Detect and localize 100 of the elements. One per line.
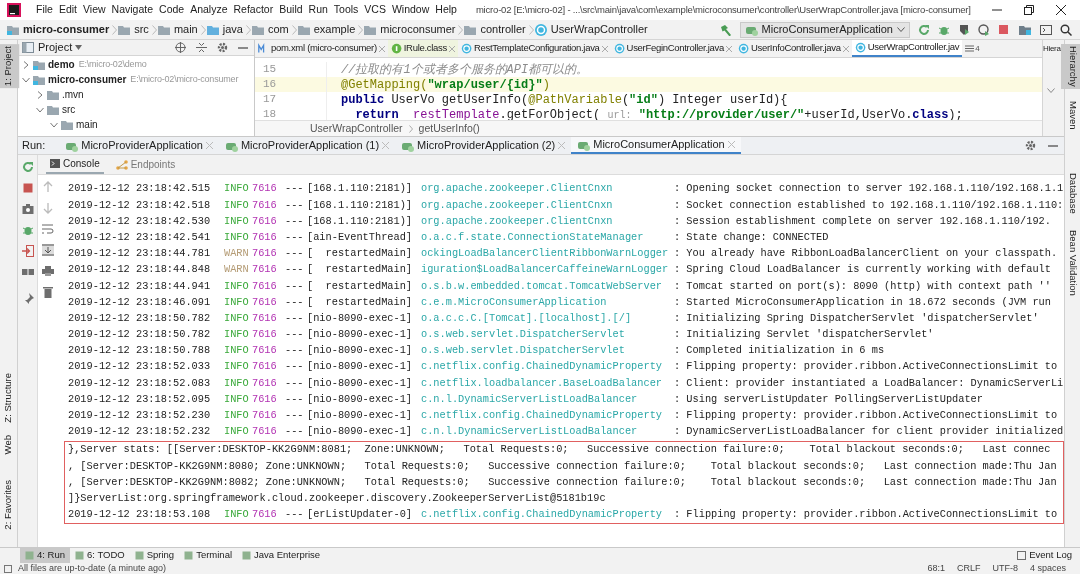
menu-item[interactable]: Code: [156, 2, 188, 18]
breadcrumb-item[interactable]: getUserInfo(): [418, 120, 480, 137]
run-tab[interactable]: MicroProviderApplication: [59, 137, 219, 154]
breadcrumb-item[interactable]: example: [296, 21, 359, 38]
menu-item[interactable]: Run: [305, 2, 331, 18]
tool-window-button[interactable]: 4: Run: [20, 548, 70, 563]
tool-window-button[interactable]: Database: [1061, 171, 1080, 216]
tree-item[interactable]: .mvn: [18, 87, 254, 102]
menu-item[interactable]: Build: [276, 2, 306, 18]
tool-window-button[interactable]: Web: [0, 432, 20, 457]
separator-text: ---: [285, 391, 305, 407]
tool-window-button[interactable]: Terminal: [179, 548, 238, 563]
line-number: 15: [262, 62, 278, 78]
separator-text: ---: [285, 294, 305, 310]
status-item[interactable]: CRLF: [956, 563, 981, 574]
editor-tab[interactable]: IRule.class: [387, 40, 458, 57]
run-tab[interactable]: MicroConsumerApplication: [571, 137, 741, 154]
breadcrumb-item[interactable]: microconsumer: [363, 21, 459, 38]
breadcrumb-item[interactable]: controller: [463, 21, 529, 38]
menu-item[interactable]: Navigate: [108, 2, 157, 18]
arrow-down-icon[interactable]: [42, 202, 54, 214]
settings-icon[interactable]: [1025, 140, 1036, 151]
menu-item[interactable]: VCS: [361, 2, 389, 18]
tool-window-button[interactable]: Bean Validation: [1061, 227, 1080, 298]
trash-icon[interactable]: [42, 286, 54, 298]
menu-item[interactable]: Window: [388, 2, 433, 18]
chevron-icon: [291, 24, 297, 35]
editor-tab[interactable]: RestTemplateConfiguration.java: [457, 40, 611, 57]
stop-icon[interactable]: [998, 23, 1010, 36]
breadcrumb-item[interactable]: micro-consumer: [6, 21, 113, 38]
collapse-all-icon[interactable]: [196, 42, 207, 53]
status-item[interactable]: 68:1: [927, 563, 945, 574]
rerun-icon[interactable]: [918, 23, 930, 36]
camera-icon[interactable]: [21, 203, 34, 215]
bug-icon[interactable]: [21, 224, 34, 236]
settings-icon[interactable]: [217, 42, 228, 53]
status-item[interactable]: 4 spaces: [1029, 563, 1066, 574]
tool-window-button[interactable]: 6: TODO: [70, 548, 130, 563]
process-id: 7616: [252, 408, 278, 423]
separator-text: ---: [285, 343, 305, 359]
stop-icon[interactable]: [21, 182, 34, 194]
tool-window-button[interactable]: Spring: [129, 548, 180, 563]
chevron-down-icon[interactable]: [22, 75, 30, 84]
breadcrumb-item[interactable]: UserWrapController: [533, 21, 651, 38]
breadcrumb-item[interactable]: UserWrapController: [310, 120, 403, 137]
terminal-icon[interactable]: [1040, 23, 1052, 36]
editor-tab[interactable]: UserInfoController.java: [734, 40, 852, 57]
project-structure-icon[interactable]: [1018, 23, 1032, 36]
tree-item[interactable]: micro-consumer E:\micro-02\micro-consumer: [18, 72, 254, 87]
chevron-right-icon[interactable]: [22, 60, 30, 69]
chevron-right-icon[interactable]: [36, 90, 44, 99]
logger-name: ockingLoadBalancerClientRibbonWarnLogger: [421, 246, 670, 262]
breadcrumb-item[interactable]: java: [205, 21, 246, 38]
clock-icon[interactable]: [978, 23, 990, 36]
menu-item[interactable]: Edit: [55, 2, 80, 18]
tool-window-button[interactable]: 1: Project: [0, 44, 20, 89]
run-tab[interactable]: MicroProviderApplication (2): [395, 137, 572, 154]
chevron-down-icon[interactable]: [50, 120, 58, 129]
shield-icon[interactable]: [958, 23, 970, 36]
arrow-up-icon[interactable]: [42, 181, 54, 193]
console-tab[interactable]: Console: [46, 155, 104, 174]
tool-window-button[interactable]: Maven: [1061, 98, 1080, 132]
run-configuration-dropdown[interactable]: MicroConsumerApplication: [739, 21, 910, 38]
breadcrumb-item[interactable]: com: [250, 21, 292, 38]
process-id: 7616: [252, 197, 278, 213]
editor-tab[interactable]: UserFeginController.java: [610, 40, 735, 57]
editor-tab[interactable]: UserWrapController.jav: [851, 40, 963, 57]
tool-window-button[interactable]: Z: Structure: [0, 371, 20, 425]
tree-item[interactable]: src: [18, 102, 254, 117]
restore-icon[interactable]: [1024, 5, 1034, 15]
search-icon[interactable]: [1060, 23, 1072, 36]
tool-window-button[interactable]: Java Enterprise: [237, 548, 326, 563]
menu-item[interactable]: View: [80, 2, 109, 18]
menu-item[interactable]: File: [33, 2, 56, 18]
hammer-icon[interactable]: [719, 23, 732, 36]
console-tab[interactable]: Endpoints: [111, 155, 180, 174]
soft-wrap-icon[interactable]: [42, 223, 54, 235]
editor-tab[interactable]: pom.xml (micro-consumer): [255, 40, 388, 57]
tree-item[interactable]: main: [18, 117, 254, 132]
breadcrumb-item[interactable]: src: [117, 21, 152, 38]
tool-window-button[interactable]: Hierarchy: [1061, 44, 1080, 89]
layout-icon[interactable]: [21, 266, 34, 278]
tab-overflow-button[interactable]: 4: [962, 40, 983, 57]
menu-item[interactable]: Help: [432, 2, 460, 18]
menu-item[interactable]: Tools: [330, 2, 362, 18]
tree-item[interactable]: demo E:\micro-02\demo: [18, 57, 254, 72]
chevron-down-icon[interactable]: [36, 105, 44, 114]
run-tab[interactable]: MicroProviderApplication (1): [218, 137, 396, 154]
exit-icon[interactable]: [21, 245, 34, 257]
close-icon[interactable]: [1056, 5, 1066, 15]
locate-icon[interactable]: [175, 42, 186, 53]
menu-item[interactable]: Analyze: [187, 2, 231, 18]
scroll-to-end-icon[interactable]: [42, 244, 54, 256]
status-item[interactable]: UTF-8: [992, 563, 1018, 574]
event-log-button[interactable]: Event Log: [1009, 548, 1080, 563]
print-icon[interactable]: [42, 265, 54, 277]
rerun-icon[interactable]: [21, 161, 34, 173]
breadcrumb-item[interactable]: main: [156, 21, 201, 38]
menu-item[interactable]: Refactor: [230, 2, 277, 18]
tool-window-button[interactable]: 2: Favorites: [0, 478, 20, 532]
